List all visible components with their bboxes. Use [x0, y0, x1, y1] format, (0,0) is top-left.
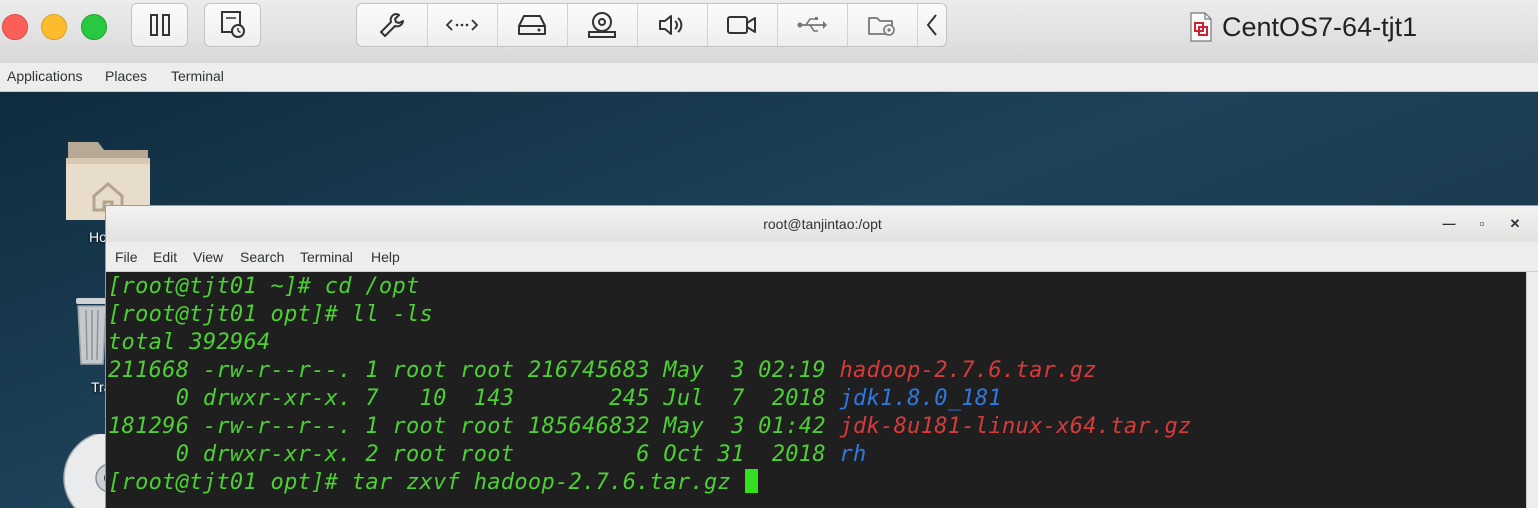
usb-button[interactable] [777, 4, 848, 46]
file-meta: 181296 -rw-r--r--. 1 root root 185646832… [108, 414, 840, 439]
gnome-top-bar: Applications Places Terminal [0, 63, 1538, 92]
pause-icon [149, 14, 170, 36]
maximize-icon[interactable]: ▫ [1474, 216, 1490, 232]
device-toolbar [356, 3, 947, 47]
file-meta: 0 drwxr-xr-x. 7 10 143 245 Jul 7 2018 [108, 386, 840, 411]
terminal-scrollbar[interactable] [1526, 272, 1538, 508]
window-minimize-button[interactable] [41, 14, 67, 40]
menu-edit[interactable]: Edit [153, 249, 177, 265]
camera-icon [727, 16, 756, 34]
camera-button[interactable] [707, 4, 778, 46]
terminal-line: 0 drwxr-xr-x. 2 root root 6 Oct 31 2018 … [108, 441, 867, 469]
wrench-icon [380, 13, 404, 37]
hard-disk-button[interactable] [497, 4, 568, 46]
cd-dvd-icon [588, 12, 616, 38]
menu-view[interactable]: View [193, 249, 223, 265]
terminal-line: [root@tjt01 opt]# tar zxvf hadoop-2.7.6.… [108, 469, 758, 497]
directory-name: rh [839, 442, 867, 467]
terminal-line: 211668 -rw-r--r--. 1 root root 216745683… [108, 357, 1097, 385]
snapshot-button[interactable] [204, 3, 261, 47]
terminal-line: [root@tjt01 ~]# cd /opt [108, 274, 420, 299]
menu-file[interactable]: File [115, 249, 138, 265]
vm-document-icon [1190, 12, 1212, 42]
terminal-line: total 392964 [108, 330, 271, 355]
current-command: [root@tjt01 opt]# tar zxvf hadoop-2.7.6.… [108, 470, 745, 495]
snapshot-icon [220, 11, 245, 38]
terminal-titlebar[interactable]: root@tanjintao:/opt — ▫ ✕ [106, 206, 1538, 242]
close-icon[interactable]: ✕ [1507, 216, 1523, 232]
network-button[interactable] [427, 4, 498, 46]
terminal-window: root@tanjintao:/opt — ▫ ✕ File Edit View… [105, 205, 1538, 508]
menu-help[interactable]: Help [371, 249, 400, 265]
terminal-line: [root@tjt01 opt]# ll -ls [108, 302, 434, 327]
terminal-line: 0 drwxr-xr-x. 7 10 143 245 Jul 7 2018 jd… [108, 385, 1002, 413]
minimize-icon[interactable]: — [1441, 216, 1457, 232]
terminal-app-menu[interactable]: Terminal [171, 68, 224, 84]
menu-search[interactable]: Search [240, 249, 284, 265]
sound-button[interactable] [637, 4, 708, 46]
settings-button[interactable] [357, 4, 428, 46]
directory-name: jdk1.8.0_181 [839, 386, 1002, 411]
shared-folder-button[interactable] [847, 4, 918, 46]
applications-menu[interactable]: Applications [7, 68, 83, 84]
chevron-left-icon [926, 14, 937, 36]
text-cursor [744, 469, 758, 493]
archive-filename: hadoop-2.7.6.tar.gz [839, 358, 1097, 383]
sound-icon [659, 15, 683, 35]
disc-drive-icon[interactable] [62, 434, 110, 508]
archive-filename: jdk-8u181-linux-x64.tar.gz [839, 414, 1192, 439]
vm-toolbar: CentOS7-64-tjt1 [0, 0, 1538, 64]
menu-terminal[interactable]: Terminal [300, 249, 353, 265]
shared-folder-icon [868, 17, 895, 36]
hard-disk-icon [518, 15, 546, 35]
window-close-button[interactable] [2, 14, 28, 40]
usb-icon [797, 17, 827, 32]
file-meta: 211668 -rw-r--r--. 1 root root 216745683… [108, 358, 840, 383]
network-icon [446, 19, 478, 31]
terminal-line: 181296 -rw-r--r--. 1 root root 185646832… [108, 413, 1192, 441]
places-menu[interactable]: Places [105, 68, 147, 84]
cd-dvd-button[interactable] [567, 4, 638, 46]
terminal-output[interactable]: [root@tjt01 ~]# cd /opt [root@tjt01 opt]… [106, 272, 1528, 508]
window-maximize-button[interactable] [81, 14, 107, 40]
collapse-toolbar-button[interactable] [917, 4, 946, 46]
pause-button[interactable] [131, 3, 188, 47]
terminal-menubar: File Edit View Search Terminal Help [106, 242, 1538, 272]
file-meta: 0 drwxr-xr-x. 2 root root 6 Oct 31 2018 [108, 442, 840, 467]
terminal-title: root@tanjintao:/opt [763, 216, 882, 232]
vm-title: CentOS7-64-tjt1 [1222, 12, 1418, 42]
